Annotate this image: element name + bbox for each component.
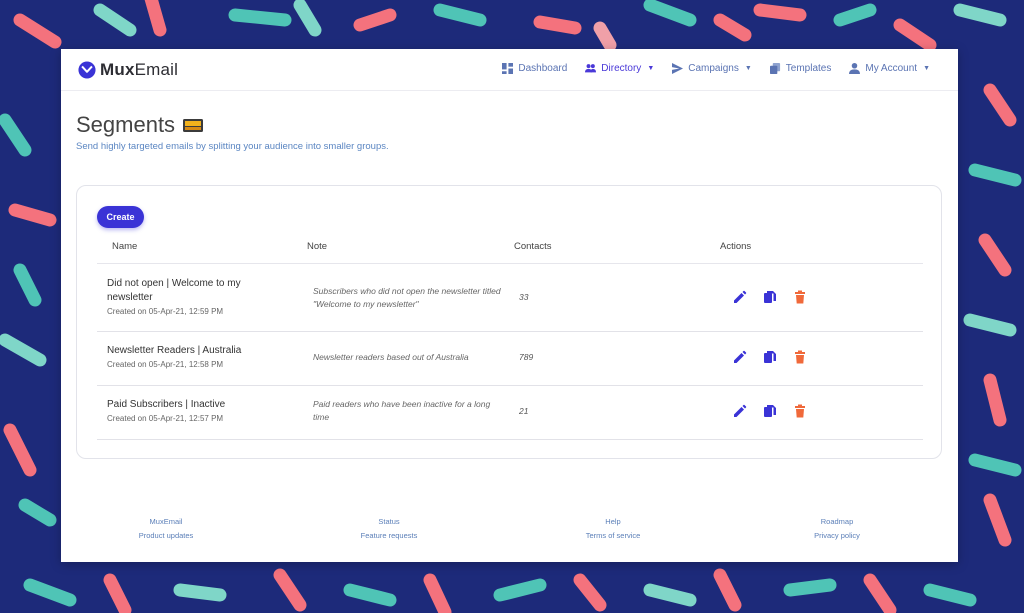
segment-contacts: 33 (519, 292, 529, 302)
segment-created-date: Created on 05-Apr-21, 12:59 PM (107, 307, 224, 316)
nav-item-label: My Account (865, 63, 918, 74)
segment-name-cell: Paid Subscribers | Inactive Created on 0… (107, 398, 287, 423)
chevron-down-icon: ▼ (647, 65, 655, 72)
footer-link-status[interactable]: Status (309, 515, 469, 529)
footer-link-privacy-policy[interactable]: Privacy policy (757, 529, 917, 543)
row-actions (733, 290, 823, 304)
nav-item-my-account[interactable]: My Account ▼ (849, 63, 930, 74)
footer-link-muxemail[interactable]: MuxEmail (86, 515, 246, 529)
copy-icon (764, 291, 776, 303)
nav-item-label: Directory (601, 63, 642, 74)
segment-name-cell: Newsletter Readers | Australia Created o… (107, 344, 287, 369)
footer-column: Roadmap Privacy policy (757, 515, 917, 543)
duplicate-button[interactable] (763, 404, 777, 418)
segment-name-cell: Did not open | Welcome to my newsletter … (107, 277, 267, 316)
nav-item-label: Campaigns (688, 63, 739, 74)
chevron-down-icon: ▼ (744, 65, 752, 72)
segment-contacts: 789 (519, 352, 534, 362)
duplicate-button[interactable] (763, 350, 777, 364)
templates-icon (769, 63, 780, 74)
footer-link-roadmap[interactable]: Roadmap (757, 515, 917, 529)
segment-note: Paid readers who have been inactive for … (313, 399, 491, 422)
footer-link-terms-of-service[interactable]: Terms of service (533, 529, 693, 543)
muxemail-logo-icon (78, 61, 96, 79)
delete-button[interactable] (793, 404, 807, 418)
delete-button[interactable] (793, 290, 807, 304)
nav-item-directory[interactable]: Directory ▼ (585, 63, 654, 74)
segment-note: Newsletter readers based out of Australi… (313, 352, 469, 362)
footer-link-help[interactable]: Help (533, 515, 693, 529)
row-actions (733, 350, 823, 364)
segment-created-date: Created on 05-Apr-21, 12:58 PM (107, 360, 224, 369)
footer-column: Help Terms of service (533, 515, 693, 543)
logo-text: MuxEmail (100, 60, 179, 79)
people-icon (585, 64, 597, 73)
edit-button[interactable] (733, 404, 747, 418)
top-navbar: MuxEmail Dashboard Directory ▼ Campaigns… (61, 49, 958, 91)
nav-item-templates[interactable]: Templates (769, 63, 832, 74)
footer-column: Status Feature requests (309, 515, 469, 543)
pencil-icon (734, 290, 747, 303)
page-title: Segments (76, 112, 204, 138)
pencil-icon (734, 404, 747, 417)
column-header-contacts: Contacts (514, 241, 552, 252)
table-row: Did not open | Welcome to my newsletter … (97, 264, 923, 332)
segment-created-date: Created on 05-Apr-21, 12:57 PM (107, 414, 224, 423)
footer: MuxEmail Product updates Status Feature … (61, 515, 958, 555)
person-icon (849, 63, 861, 74)
nav-item-label: Dashboard (518, 63, 568, 74)
nav-menu: Dashboard Directory ▼ Campaigns ▼ Templa… (484, 63, 930, 74)
create-segment-button[interactable]: Create (97, 206, 144, 228)
segment-note: Subscribers who did not open the newslet… (313, 286, 501, 309)
row-actions (733, 404, 823, 418)
dashboard-icon (502, 63, 514, 74)
trash-icon (795, 290, 805, 304)
segment-name[interactable]: Did not open | Welcome to my newsletter (107, 277, 267, 305)
copy-icon (764, 351, 776, 363)
nav-item-label: Templates (785, 63, 832, 74)
nav-item-dashboard[interactable]: Dashboard (502, 63, 567, 74)
footer-column: MuxEmail Product updates (86, 515, 246, 543)
column-header-actions: Actions (720, 241, 752, 252)
trash-icon (795, 350, 805, 364)
page-subtitle: Send highly targeted emails by splitting… (76, 141, 389, 152)
table-row: Newsletter Readers | Australia Created o… (97, 332, 923, 386)
segment-name[interactable]: Newsletter Readers | Australia (107, 344, 287, 358)
send-icon (672, 63, 684, 74)
chevron-down-icon: ▼ (923, 65, 930, 72)
logo[interactable]: MuxEmail (78, 60, 178, 80)
duplicate-button[interactable] (763, 290, 777, 304)
segment-contacts: 21 (519, 406, 529, 416)
trash-icon (795, 404, 805, 418)
column-header-name: Name (112, 241, 138, 252)
table-row: Paid Subscribers | Inactive Created on 0… (97, 386, 923, 440)
column-header-note: Note (307, 241, 328, 252)
delete-button[interactable] (793, 350, 807, 364)
edit-button[interactable] (733, 350, 747, 364)
pencil-icon (734, 350, 747, 363)
footer-link-feature-requests[interactable]: Feature requests (309, 529, 469, 543)
card-index-emoji-icon (183, 118, 204, 132)
nav-item-campaigns[interactable]: Campaigns ▼ (672, 63, 752, 74)
copy-icon (764, 405, 776, 417)
segment-name[interactable]: Paid Subscribers | Inactive (107, 398, 287, 412)
edit-button[interactable] (733, 290, 747, 304)
app-window: MuxEmail Dashboard Directory ▼ Campaigns… (61, 49, 958, 562)
footer-link-product-updates[interactable]: Product updates (86, 529, 246, 543)
segments-card: Create Name Note Contacts Actions Did no… (76, 185, 942, 459)
